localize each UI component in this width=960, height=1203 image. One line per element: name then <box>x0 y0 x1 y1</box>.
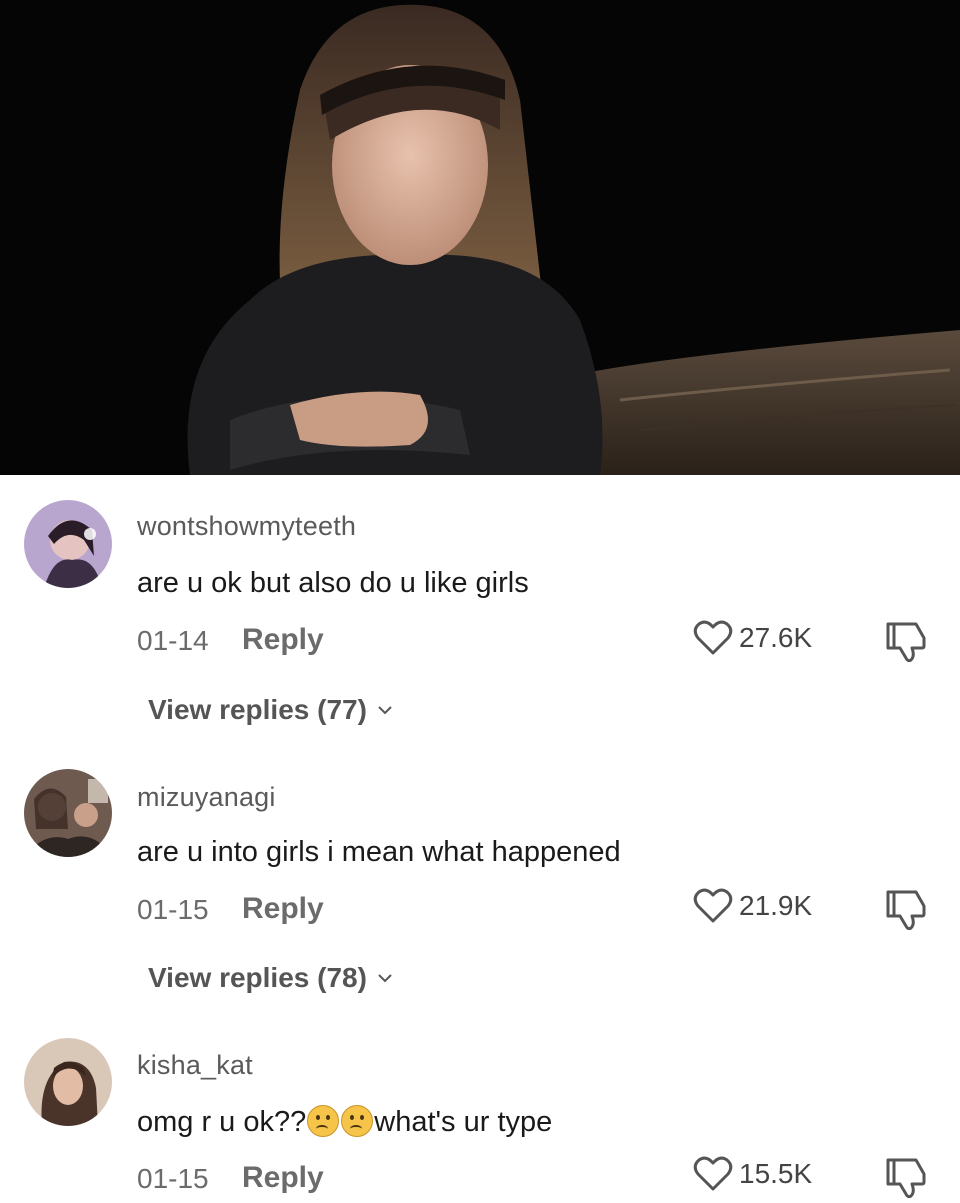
like-button[interactable]: 15.5K <box>693 1155 812 1193</box>
view-replies-button[interactable]: View replies (77) <box>148 694 393 726</box>
comment-date: 01-14 <box>137 625 209 656</box>
comment-date: 01-15 <box>137 894 209 925</box>
avatar-image <box>24 769 112 857</box>
view-replies-button[interactable]: View replies (78) <box>148 962 393 994</box>
thumbs-down-icon <box>886 622 926 663</box>
like-button[interactable]: 27.6K <box>693 619 812 657</box>
comment-list: wontshowmyteeth are u ok but also do u l… <box>0 475 960 1200</box>
thumbs-down-icon <box>886 1158 926 1199</box>
comment-username[interactable]: mizuyanagi <box>137 782 276 813</box>
avatar[interactable] <box>24 769 112 857</box>
dislike-button[interactable] <box>882 618 930 667</box>
post-photo <box>0 0 960 475</box>
dislike-button[interactable] <box>882 1154 930 1203</box>
like-count: 15.5K <box>739 1158 813 1189</box>
comment-text: are u into girls i mean what happened <box>137 836 621 868</box>
reply-button[interactable]: Reply <box>242 892 324 926</box>
frowning-face-emoji-icon <box>341 1105 374 1137</box>
reply-button[interactable]: Reply <box>242 623 324 657</box>
comment-text: are u ok but also do u like girls <box>137 567 529 599</box>
dislike-button[interactable] <box>882 886 930 935</box>
comment-username[interactable]: wontshowmyteeth <box>137 511 356 542</box>
photo-illustration <box>0 0 960 475</box>
chevron-down-icon <box>378 974 392 983</box>
comment-username[interactable]: kisha_kat <box>137 1050 253 1081</box>
avatar[interactable] <box>24 1038 112 1126</box>
view-replies-label: View replies (78) <box>148 962 367 993</box>
view-replies-label: View replies (77) <box>148 694 367 725</box>
like-button[interactable]: 21.9K <box>693 887 812 925</box>
heart-outline-icon <box>693 888 733 923</box>
chevron-down-icon <box>378 706 392 715</box>
thumbs-down-icon <box>886 890 926 931</box>
comment-text-end: what's ur type <box>374 1106 553 1138</box>
heart-outline-icon <box>693 620 733 655</box>
frowning-face-emoji-icon <box>307 1105 340 1137</box>
like-count: 27.6K <box>739 622 813 653</box>
reply-button[interactable]: Reply <box>242 1161 324 1195</box>
heart-outline-icon <box>693 1156 733 1191</box>
avatar-image <box>24 1038 112 1126</box>
like-count: 21.9K <box>739 890 813 921</box>
avatar[interactable] <box>24 500 112 588</box>
comment-text-start: omg r u ok?? <box>137 1106 307 1138</box>
avatar-image <box>24 500 112 588</box>
comment-date: 01-15 <box>137 1163 209 1194</box>
comment-text: omg r u ok?? what's ur type <box>137 1105 552 1139</box>
